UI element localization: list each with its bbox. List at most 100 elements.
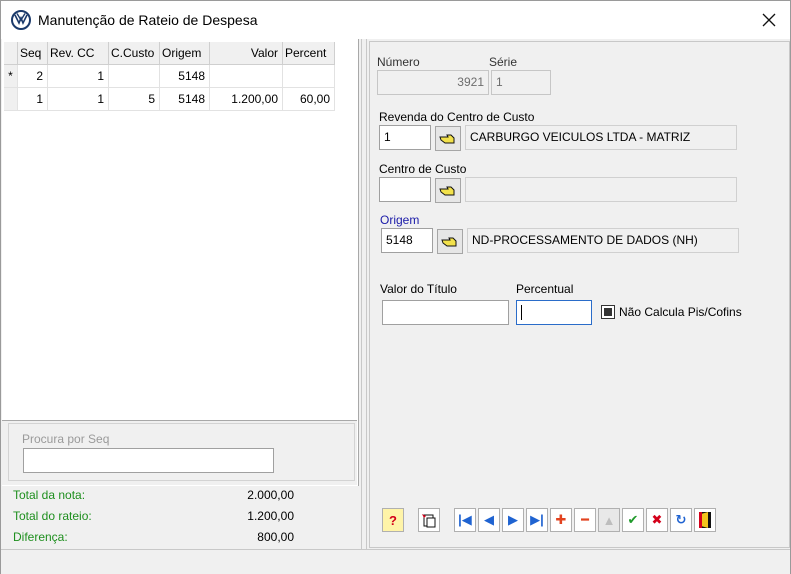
- search-section: Procura por Seq: [2, 420, 357, 485]
- title-bar: Manutenção de Rateio de Despesa: [1, 1, 790, 39]
- centro-code-input[interactable]: [379, 177, 431, 202]
- table-row[interactable]: * 2 1 5148: [4, 65, 335, 88]
- cell-percent[interactable]: [283, 65, 335, 88]
- last-record-icon: ▶|: [530, 512, 544, 527]
- column-header-valor[interactable]: Valor: [210, 42, 283, 65]
- column-header-percent[interactable]: Percent: [283, 42, 335, 65]
- numero-field: 3921: [377, 70, 489, 95]
- search-group: Procura por Seq: [8, 423, 355, 481]
- vw-logo-icon: [11, 10, 31, 30]
- revenda-label: Revenda do Centro de Custo: [379, 110, 535, 124]
- nao-calcula-pis-cofins-checkbox[interactable]: Não Calcula Pis/Cofins: [601, 305, 742, 319]
- close-icon: [762, 13, 776, 27]
- search-seq-input[interactable]: [23, 448, 274, 473]
- toolbar-copy-group: [418, 508, 442, 532]
- refresh-button[interactable]: ↻: [670, 508, 692, 532]
- revenda-lookup-button[interactable]: [435, 126, 461, 151]
- column-header-rev-cc[interactable]: Rev. CC: [48, 42, 109, 65]
- diferenca-value: 800,00: [257, 530, 294, 544]
- total-nota-label: Total da nota:: [13, 488, 86, 502]
- total-rateio-value: 1.200,00: [247, 509, 294, 523]
- grid-panel: Seq Rev. CC C.Custo Origem Valor Percent…: [2, 39, 359, 486]
- centro-description: [465, 177, 737, 202]
- pointing-hand-icon: [439, 134, 455, 143]
- first-record-icon: |◀: [458, 512, 472, 527]
- cell-valor[interactable]: 1.200,00: [210, 88, 283, 111]
- toolbar-help-group: ?: [382, 508, 406, 532]
- centro-label: Centro de Custo: [379, 162, 467, 176]
- edit-record-button[interactable]: ▲: [598, 508, 620, 532]
- cell-percent[interactable]: 60,00: [283, 88, 335, 111]
- pointing-hand-icon: [439, 186, 455, 195]
- form-panel: Número 3921 Série 1 Revenda do Centro de…: [369, 41, 790, 548]
- confirm-button[interactable]: ✔: [622, 508, 644, 532]
- copy-document-button[interactable]: [418, 508, 440, 532]
- exit-door-icon: [699, 512, 711, 528]
- cancel-button[interactable]: ✖: [646, 508, 668, 532]
- window-title: Manutenção de Rateio de Despesa: [38, 12, 258, 28]
- cancel-icon: ✖: [651, 512, 663, 527]
- grid-header-indicator: [4, 42, 18, 65]
- search-label: Procura por Seq: [22, 432, 110, 446]
- next-record-button[interactable]: ▶: [502, 508, 524, 532]
- origem-lookup-button[interactable]: [437, 229, 463, 254]
- checkbox-box[interactable]: [601, 305, 615, 319]
- first-record-button[interactable]: |◀: [454, 508, 476, 532]
- cell-origem[interactable]: 5148: [160, 65, 210, 88]
- confirm-icon: ✔: [627, 512, 639, 527]
- serie-field: 1: [491, 70, 551, 95]
- table-row[interactable]: 1 1 5 5148 1.200,00 60,00: [4, 88, 335, 111]
- valor-titulo-input[interactable]: [382, 300, 509, 325]
- diferenca-label: Diferença:: [13, 530, 68, 544]
- cell-seq[interactable]: 1: [18, 88, 48, 111]
- row-indicator: *: [4, 65, 18, 88]
- help-button[interactable]: ?: [382, 508, 404, 532]
- up-disabled-icon: ▲: [602, 512, 616, 528]
- add-icon: ✚: [555, 512, 567, 527]
- cell-origem[interactable]: 5148: [160, 88, 210, 111]
- cell-c-custo[interactable]: 5: [109, 88, 160, 111]
- add-record-button[interactable]: ✚: [550, 508, 572, 532]
- help-icon: ?: [389, 512, 397, 528]
- revenda-description: CARBURGO VEICULOS LTDA - MATRIZ: [465, 125, 737, 150]
- percentual-input[interactable]: [516, 300, 592, 325]
- text-caret: [521, 305, 522, 321]
- origem-description: ND-PROCESSAMENTO DE DADOS (NH): [467, 228, 739, 253]
- cell-seq[interactable]: 2: [18, 65, 48, 88]
- cell-valor[interactable]: [210, 65, 283, 88]
- nao-calcula-label: Não Calcula Pis/Cofins: [619, 305, 742, 319]
- rateio-window: Manutenção de Rateio de Despesa Seq Rev.…: [0, 0, 791, 574]
- grid-header: Seq Rev. CC C.Custo Origem Valor Percent: [4, 42, 335, 65]
- panel-splitter[interactable]: [361, 39, 367, 549]
- origem-label: Origem: [380, 213, 420, 227]
- copy-document-icon: [422, 514, 436, 528]
- close-button[interactable]: [753, 7, 785, 33]
- next-record-icon: ▶: [508, 512, 518, 527]
- cell-rev-cc[interactable]: 1: [48, 88, 109, 111]
- status-bar: [1, 549, 790, 574]
- column-header-c-custo[interactable]: C.Custo: [109, 42, 160, 65]
- exit-button[interactable]: [694, 508, 716, 532]
- valor-titulo-label: Valor do Título: [380, 282, 457, 296]
- previous-record-button[interactable]: ◀: [478, 508, 500, 532]
- rateio-grid: Seq Rev. CC C.Custo Origem Valor Percent…: [4, 42, 335, 111]
- revenda-code-input[interactable]: 1: [379, 125, 431, 150]
- remove-record-button[interactable]: ━: [574, 508, 596, 532]
- last-record-button[interactable]: ▶|: [526, 508, 548, 532]
- percentual-label: Percentual: [516, 282, 574, 296]
- column-header-origem[interactable]: Origem: [160, 42, 210, 65]
- column-header-seq[interactable]: Seq: [18, 42, 48, 65]
- cell-rev-cc[interactable]: 1: [48, 65, 109, 88]
- cell-c-custo[interactable]: [109, 65, 160, 88]
- numero-label: Número: [377, 55, 420, 69]
- origem-code-input[interactable]: 5148: [381, 228, 433, 253]
- refresh-icon: ↻: [675, 512, 687, 527]
- total-rateio-label: Total do rateio:: [13, 509, 92, 523]
- centro-lookup-button[interactable]: [435, 178, 461, 203]
- remove-icon: ━: [581, 512, 589, 527]
- navigation-toolbar: |◀ ◀ ▶ ▶| ✚ ━ ▲ ✔ ✖ ↻: [454, 508, 718, 532]
- row-indicator: [4, 88, 18, 111]
- total-nota-value: 2.000,00: [247, 488, 294, 502]
- pointing-hand-icon: [441, 237, 457, 246]
- totals-section: Total da nota: 2.000,00 Total do rateio:…: [2, 486, 359, 548]
